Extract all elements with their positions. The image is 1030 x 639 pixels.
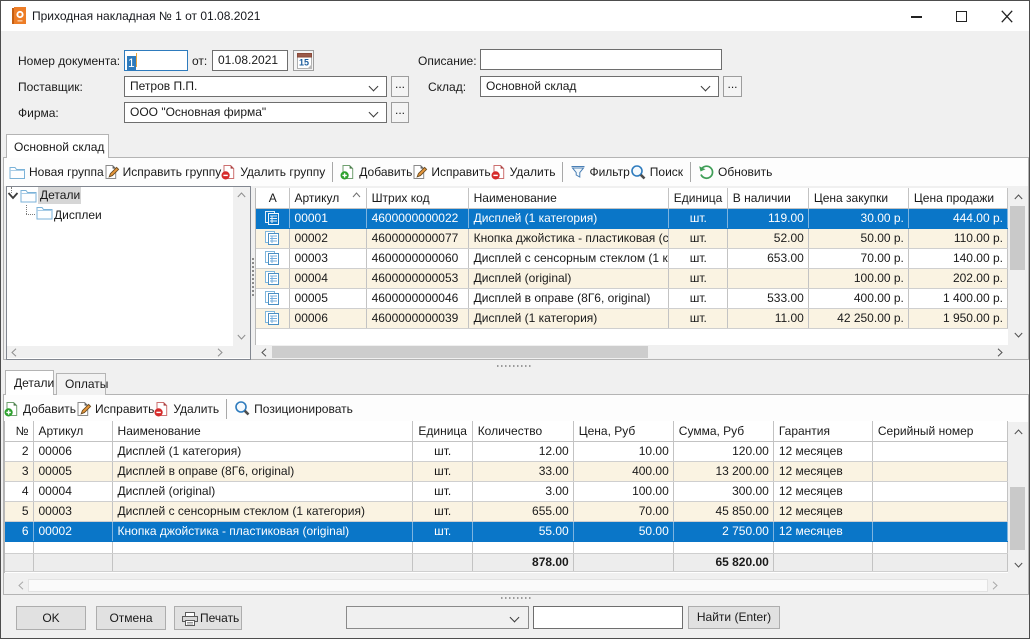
svg-text:15: 15: [299, 58, 309, 68]
